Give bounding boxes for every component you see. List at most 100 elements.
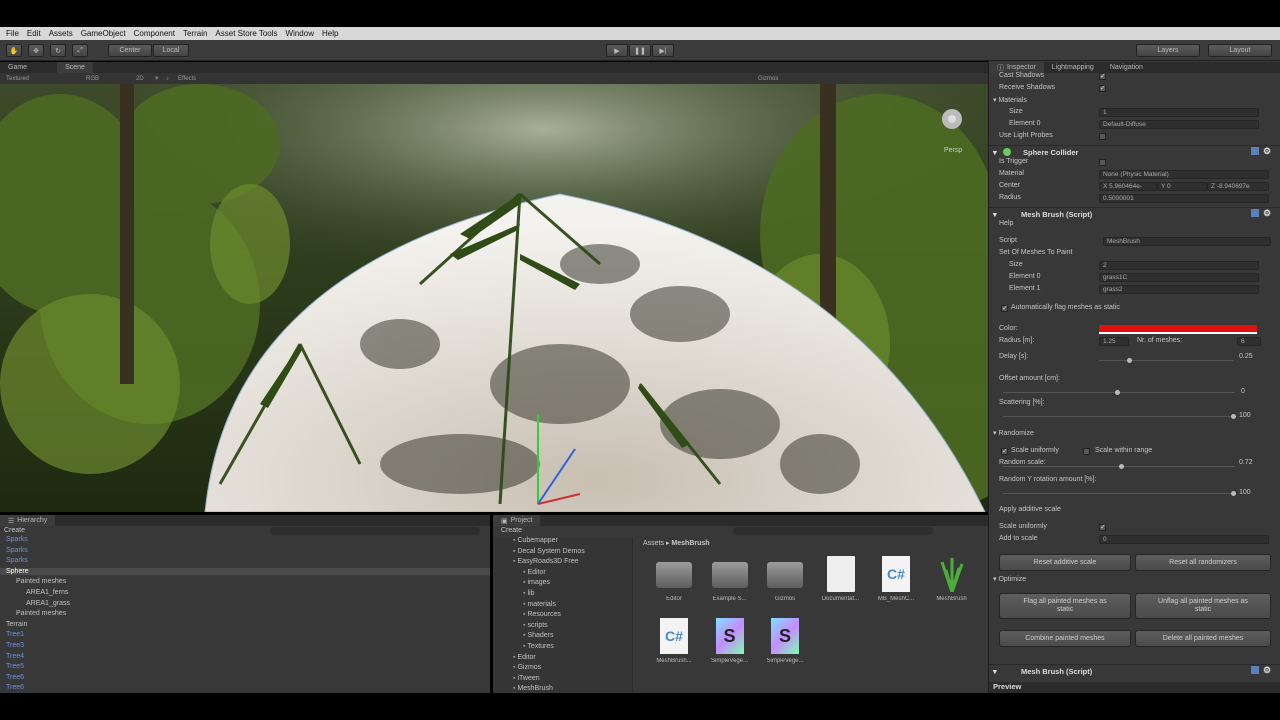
asset-item[interactable]: C# MB_MeshC... [873, 556, 919, 606]
gear-icon[interactable]: ⚙ [1263, 665, 1271, 676]
menu-item-asset-store-tools[interactable]: Asset Store Tools [211, 29, 281, 38]
scale-uniformly2-checkbox[interactable]: ✓ [1099, 524, 1106, 531]
mesh-element1-field[interactable]: grass2 [1099, 285, 1259, 294]
set-of-meshes-label[interactable]: Set Of Meshes To Paint [999, 249, 1072, 259]
reset-randomizers-button[interactable]: Reset all randomizers [1135, 554, 1271, 571]
delay-knob[interactable] [1127, 358, 1132, 363]
center-y-field[interactable]: Y 0 [1157, 182, 1207, 191]
folder-tree-item[interactable]: ▪ Cubemapper [513, 537, 558, 544]
asset-item[interactable]: Example S... [707, 556, 753, 606]
scale-uniformly-checkbox[interactable]: ✓ [1001, 448, 1008, 455]
layout-dropdown[interactable]: Layout [1208, 44, 1272, 57]
menu-item-file[interactable]: File [2, 29, 23, 38]
random-rot-slider[interactable] [1003, 491, 1236, 496]
meshes-size-field[interactable]: 2 [1099, 261, 1259, 270]
folder-tree-item[interactable]: ▪ Resources [523, 611, 561, 618]
scale-tool-button[interactable]: ⤢ [72, 44, 88, 57]
gizmos-dropdown[interactable]: Gizmos [758, 76, 778, 82]
menu-item-assets[interactable]: Assets [45, 29, 77, 38]
hierarchy-item[interactable]: Tree1 [6, 631, 24, 638]
folder-tree-item[interactable]: ▪ Shaders [523, 632, 554, 639]
combine-button[interactable]: Combine painted meshes [999, 630, 1131, 647]
rotate-tool-button[interactable]: ↻ [50, 44, 66, 57]
folder-tree-item[interactable]: ▪ Textures [523, 643, 554, 650]
hierarchy-create-dropdown[interactable]: Create [4, 527, 25, 534]
script-field[interactable]: MeshBrush [1103, 237, 1271, 246]
move-tool-button[interactable]: ✥ [28, 44, 44, 57]
center-x-field[interactable]: X 5.960464e- [1099, 182, 1157, 191]
add-to-scale-field[interactable]: 0 [1099, 535, 1269, 544]
asset-item[interactable]: MeshBrush [929, 556, 975, 606]
hierarchy-item[interactable]: AREA1_grass [26, 600, 70, 607]
project-search-input[interactable] [733, 527, 933, 535]
random-scale-knob[interactable] [1119, 464, 1124, 469]
render-mode-dropdown[interactable]: Textured [6, 76, 86, 82]
scattering-knob[interactable] [1231, 414, 1236, 419]
menu-item-help[interactable]: Help [318, 29, 342, 38]
center-z-field[interactable]: Z -8.940697e [1207, 182, 1269, 191]
folder-tree-item[interactable]: ▪ iTween [513, 675, 540, 682]
offset-knob[interactable] [1115, 390, 1120, 395]
breadcrumb-meshbrush[interactable]: MeshBrush [671, 540, 709, 547]
element0-field[interactable]: Default-Diffuse [1099, 120, 1259, 129]
hierarchy-item[interactable]: Painted meshes [16, 610, 66, 617]
hierarchy-item[interactable]: AREA1_ferns [26, 589, 68, 596]
tab-project[interactable]: ▣ Project [493, 515, 541, 526]
hierarchy-item[interactable]: Tree4 [6, 653, 24, 660]
offset-slider[interactable] [1003, 390, 1235, 395]
is-trigger-checkbox[interactable] [1099, 159, 1106, 166]
mesh-element0-field[interactable]: grass1C [1099, 273, 1259, 282]
folder-tree-item[interactable]: ▪ EasyRoads3D Free [513, 558, 579, 565]
tab-navigation[interactable]: Navigation [1102, 62, 1151, 73]
asset-item[interactable]: Documentat... [818, 556, 864, 606]
menu-item-window[interactable]: Window [282, 29, 318, 38]
radius-m-field[interactable]: 1.25 [1099, 337, 1129, 346]
channel-dropdown[interactable]: RGB [86, 76, 136, 82]
delay-slider[interactable] [1099, 358, 1233, 363]
random-scale-slider[interactable] [1003, 464, 1235, 469]
folder-tree-item[interactable]: ▪ images [523, 579, 550, 586]
cast-shadows-checkbox[interactable]: ✓ [1099, 73, 1106, 80]
reset-additive-button[interactable]: Reset additive scale [999, 554, 1131, 571]
book-icon[interactable] [1251, 666, 1259, 674]
tab-hierarchy[interactable]: ☰ Hierarchy [0, 515, 56, 526]
book-icon[interactable] [1251, 147, 1259, 155]
mesh-brush2-header[interactable]: ▾ Mesh Brush (Script) ⚙ [989, 664, 1280, 677]
folder-tree-item[interactable]: ▪ Decal System Demos [513, 548, 585, 555]
hierarchy-item[interactable]: Sparks [6, 547, 28, 554]
hierarchy-item[interactable]: Tree6 [6, 684, 24, 691]
folder-tree-item[interactable]: ▪ MeshBrush [513, 685, 553, 692]
random-rot-knob[interactable] [1231, 491, 1236, 496]
preview-bar[interactable]: Preview [989, 682, 1280, 693]
asset-item[interactable]: S SimpleVege... [762, 618, 808, 668]
pause-button[interactable]: ❚❚ [629, 44, 651, 57]
sphere-collider-header[interactable]: ▾ Sphere Collider ⚙ [989, 145, 1280, 158]
receive-shadows-checkbox[interactable]: ✓ [1099, 85, 1106, 92]
delete-all-button[interactable]: Delete all painted meshes [1135, 630, 1271, 647]
asset-item[interactable]: C# MeshBrush... [651, 618, 697, 668]
layers-dropdown[interactable]: Layers [1136, 44, 1200, 57]
play-button[interactable]: ▶ [606, 44, 628, 57]
gear-icon[interactable]: ⚙ [1263, 208, 1271, 219]
pivot-center-button[interactable]: Center [108, 44, 152, 57]
hierarchy-item[interactable]: Tree3 [6, 642, 24, 649]
folder-tree-item[interactable]: ▪ scripts [523, 622, 548, 629]
optimize-section[interactable]: ▾ Optimize [993, 575, 1026, 585]
hierarchy-item[interactable]: Sphere [0, 567, 490, 575]
asset-item[interactable]: Gizmos [762, 556, 808, 606]
asset-item[interactable]: S SimpleVege... [707, 618, 753, 668]
breadcrumb-assets[interactable]: Assets [643, 540, 664, 547]
tab-lightmapping[interactable]: Lightmapping [1044, 62, 1102, 73]
hierarchy-search-input[interactable] [270, 527, 480, 535]
folder-tree-item[interactable]: ▪ lib [523, 590, 534, 597]
hierarchy-item[interactable]: Tree6 [6, 674, 24, 681]
menu-item-gameobject[interactable]: GameObject [77, 29, 130, 38]
nr-meshes-field[interactable]: 6 [1237, 337, 1261, 346]
color-swatch[interactable] [1099, 325, 1257, 334]
pivot-local-button[interactable]: Local [153, 44, 189, 57]
materials-size-field[interactable]: 1 [1099, 108, 1259, 117]
menu-item-terrain[interactable]: Terrain [179, 29, 211, 38]
scattering-slider[interactable] [1003, 414, 1236, 419]
scene-view[interactable]: Persp [0, 84, 988, 512]
radius-field[interactable]: 0.5000001 [1099, 194, 1269, 203]
